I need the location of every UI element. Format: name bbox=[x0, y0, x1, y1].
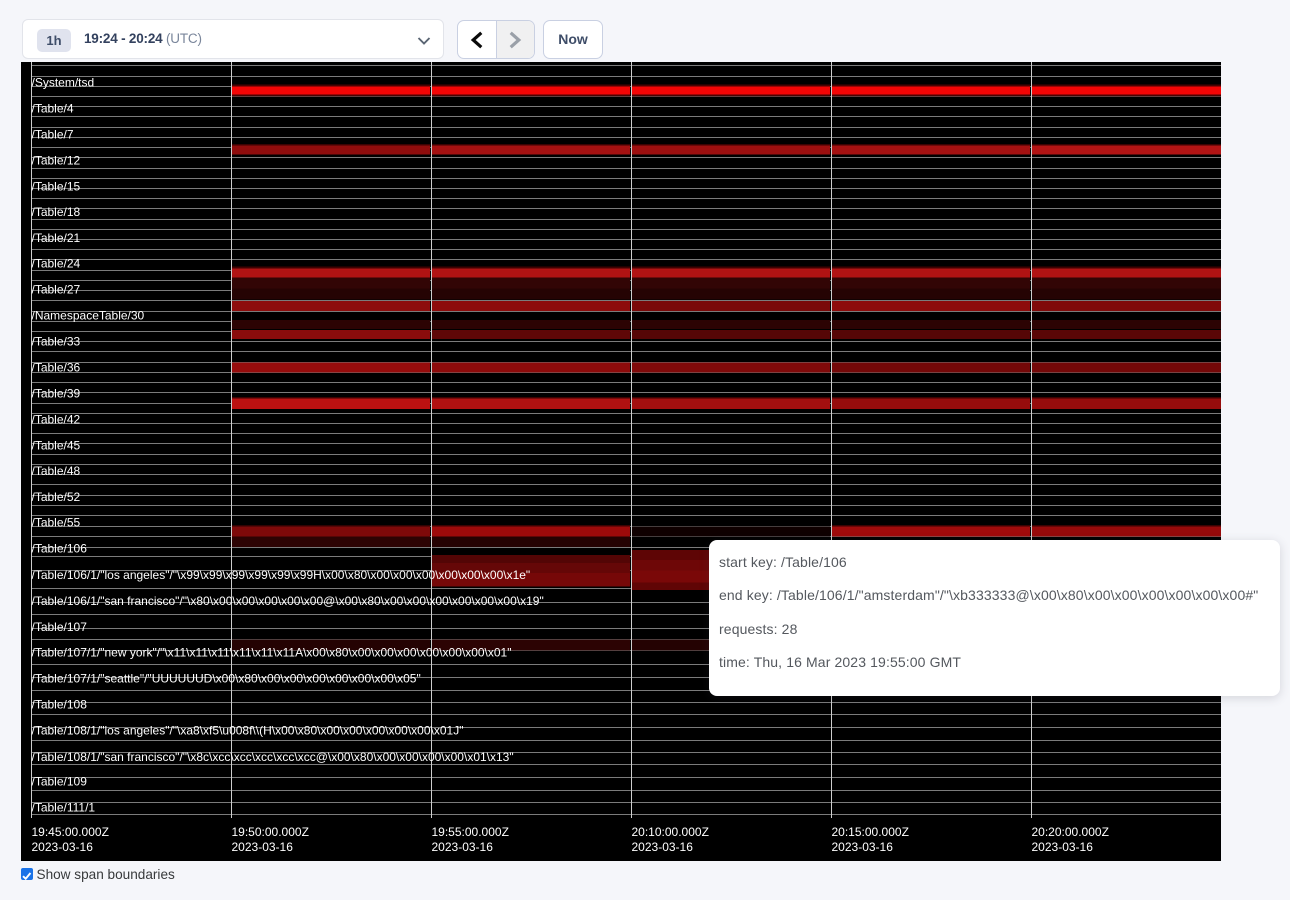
svg-text:20:15:00.000Z: 20:15:00.000Z bbox=[832, 825, 909, 839]
svg-text:20:20:00.000Z: 20:20:00.000Z bbox=[1032, 825, 1109, 839]
svg-text:2023-03-16: 2023-03-16 bbox=[832, 840, 894, 854]
svg-text:/Table/111/1: /Table/111/1 bbox=[32, 800, 96, 814]
svg-text:/Table/55: /Table/55 bbox=[32, 515, 81, 529]
svg-text:2023-03-16: 2023-03-16 bbox=[1032, 840, 1094, 854]
svg-text:/Table/107/1/"seattle"/"UUUUUU: /Table/107/1/"seattle"/"UUUUUUD\x00\x80\… bbox=[32, 671, 421, 685]
svg-text:/Table/18: /Table/18 bbox=[32, 205, 81, 219]
svg-text:/Table/27: /Table/27 bbox=[32, 282, 81, 296]
svg-text:2023-03-16: 2023-03-16 bbox=[632, 840, 694, 854]
svg-text:/Table/106: /Table/106 bbox=[32, 541, 88, 555]
svg-text:/Table/108: /Table/108 bbox=[32, 697, 88, 711]
svg-text:/Table/108/1/"los angeles"/"\x: /Table/108/1/"los angeles"/"\xa8\xf5\u00… bbox=[32, 723, 464, 737]
svg-text:/Table/108/1/"san francisco"/": /Table/108/1/"san francisco"/"\x8c\xcc\x… bbox=[32, 750, 514, 764]
svg-text:2023-03-16: 2023-03-16 bbox=[432, 840, 494, 854]
svg-text:/Table/109: /Table/109 bbox=[32, 774, 88, 788]
svg-text:19:45:00.000Z: 19:45:00.000Z bbox=[32, 825, 109, 839]
svg-text:/NamespaceTable/30: /NamespaceTable/30 bbox=[32, 308, 145, 322]
svg-text:19:50:00.000Z: 19:50:00.000Z bbox=[232, 825, 309, 839]
svg-text:/Table/24: /Table/24 bbox=[32, 256, 81, 270]
svg-text:/Table/106/1/"san francisco"/": /Table/106/1/"san francisco"/"\x80\x00\x… bbox=[32, 594, 544, 608]
svg-text:/Table/106/1/"los angeles"/"\x: /Table/106/1/"los angeles"/"\x99\x99\x99… bbox=[32, 568, 531, 582]
svg-text:2023-03-16: 2023-03-16 bbox=[232, 840, 294, 854]
svg-text:20:10:00.000Z: 20:10:00.000Z bbox=[632, 825, 709, 839]
svg-text:/Table/12: /Table/12 bbox=[32, 153, 81, 167]
svg-text:19:55:00.000Z: 19:55:00.000Z bbox=[432, 825, 509, 839]
svg-text:/Table/7: /Table/7 bbox=[32, 127, 74, 141]
svg-text:/Table/33: /Table/33 bbox=[32, 334, 81, 348]
svg-text:/Table/45: /Table/45 bbox=[32, 438, 81, 452]
svg-text:/Table/4: /Table/4 bbox=[32, 101, 74, 115]
svg-text:/Table/52: /Table/52 bbox=[32, 490, 81, 504]
svg-text:/Table/107: /Table/107 bbox=[32, 620, 88, 634]
svg-text:/Table/21: /Table/21 bbox=[32, 231, 81, 245]
svg-text:/Table/107/1/"new york"/"\x11\: /Table/107/1/"new york"/"\x11\x11\x11\x1… bbox=[32, 645, 512, 659]
svg-text:/Table/42: /Table/42 bbox=[32, 412, 81, 426]
svg-text:/Table/48: /Table/48 bbox=[32, 464, 81, 478]
svg-text:/Table/15: /Table/15 bbox=[32, 179, 81, 193]
svg-text:/Table/36: /Table/36 bbox=[32, 360, 81, 374]
svg-text:2023-03-16: 2023-03-16 bbox=[32, 840, 94, 854]
svg-text:/Table/39: /Table/39 bbox=[32, 386, 81, 400]
svg-text:/System/tsd: /System/tsd bbox=[32, 75, 95, 89]
